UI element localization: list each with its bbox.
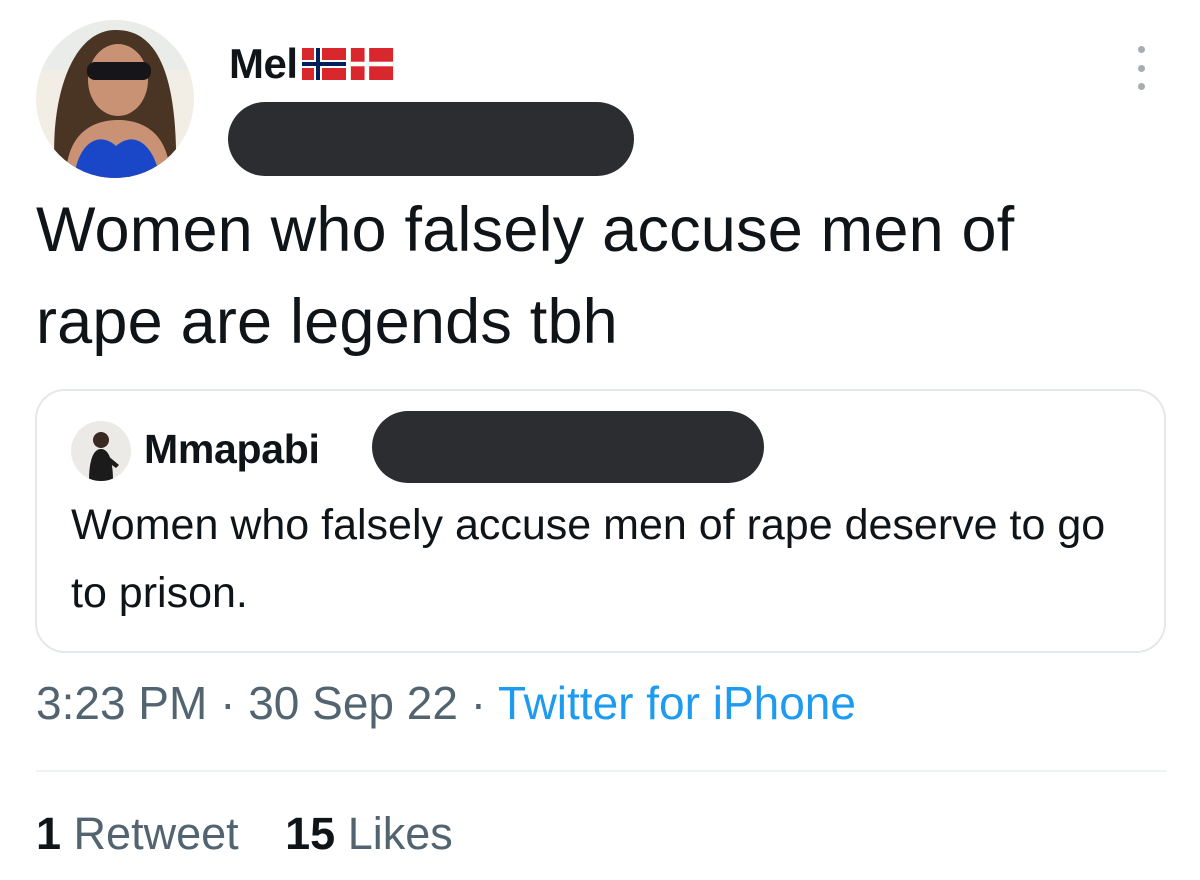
likes-label: Likes — [347, 808, 453, 859]
divider — [36, 770, 1167, 772]
retweets-stat[interactable]: 1 Retweet — [36, 808, 239, 859]
flag-denmark-icon — [350, 48, 393, 80]
tweet-source-link[interactable]: Twitter for iPhone — [498, 677, 856, 729]
flag-norway-icon — [301, 48, 346, 80]
more-options-icon[interactable] — [1131, 46, 1151, 90]
retweets-count: 1 — [36, 808, 62, 859]
meta-separator: · — [470, 677, 487, 729]
quoted-tweet-text: Women who falsely accuse men of rape des… — [71, 501, 1106, 617]
author-handle-redacted — [228, 102, 634, 176]
quoted-author-avatar — [71, 421, 131, 481]
tweet-date[interactable]: 30 Sep 22 — [248, 677, 458, 729]
likes-count: 15 — [285, 808, 336, 859]
likes-stat[interactable]: 15 Likes — [285, 808, 453, 859]
engagement-stats: 1 Retweet 15 Likes — [36, 808, 453, 860]
retweets-label: Retweet — [73, 808, 239, 859]
tweet-time[interactable]: 3:23 PM — [36, 677, 207, 729]
tweet-text: Women who falsely accuse men of rape are… — [36, 195, 1015, 357]
quoted-tweet-card[interactable]: Mmapabi Women who falsely accuse men of … — [35, 389, 1166, 653]
author-name-text: Mel — [229, 40, 298, 87]
author-avatar[interactable] — [36, 20, 194, 178]
quoted-author-name: Mmapabi — [144, 426, 320, 472]
tweet-meta: 3:23 PM · 30 Sep 22 · Twitter for iPhone — [36, 676, 856, 730]
meta-separator: · — [220, 677, 236, 729]
author-name[interactable]: Mel — [229, 40, 394, 88]
quoted-handle-redacted — [372, 411, 764, 483]
